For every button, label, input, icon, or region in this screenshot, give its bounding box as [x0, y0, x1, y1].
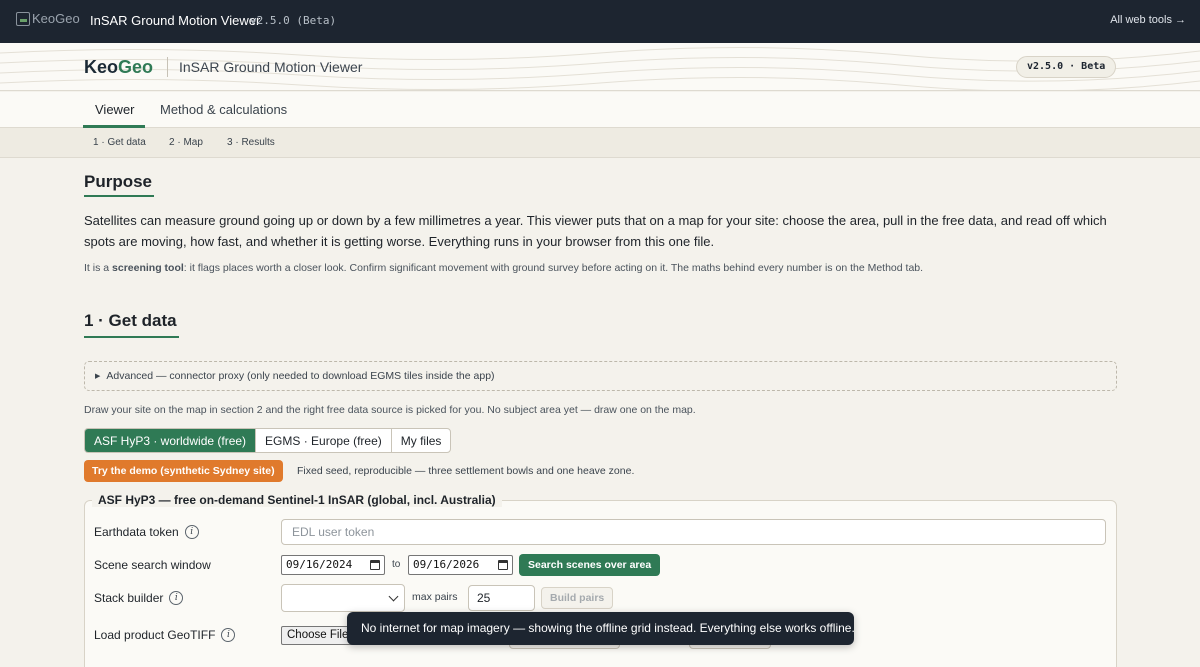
get-data-heading-underline — [84, 336, 179, 338]
step-nav: 1 · Get data 2 · Map 3 · Results — [0, 128, 1200, 158]
data-source-selector: ASF HyP3 · worldwide (free) EGMS · Europ… — [84, 428, 452, 453]
stack-builder-label: Stack builder i — [94, 591, 184, 605]
advanced-proxy-toggle[interactable]: ▶ Advanced — connector proxy (only needed… — [84, 361, 1117, 391]
chevron-down-icon — [388, 591, 399, 602]
demo-note: Fixed seed, reproducible — three settlem… — [297, 465, 635, 477]
source-asf-hyp3[interactable]: ASF HyP3 · worldwide (free) — [85, 429, 257, 452]
step-get-data[interactable]: 1 · Get data — [93, 137, 146, 148]
purpose-heading: Purpose — [84, 172, 153, 191]
note-bold: screening tool — [112, 262, 184, 274]
broken-image-icon — [16, 11, 30, 26]
brand-header: KeoGeo InSAR Ground Motion Viewer v2.5.0… — [0, 43, 1200, 91]
brand-wordmark: KeoGeo — [84, 57, 153, 78]
date-to-value: 09/16/2026 — [413, 558, 480, 571]
window-label-text: Scene search window — [94, 558, 211, 572]
offline-toast: No internet for map imagery — showing th… — [347, 612, 855, 645]
earthdata-token-label: Earthdata token i — [94, 525, 199, 539]
token-label-text: Earthdata token — [94, 525, 179, 539]
asf-hyp3-legend: ASF HyP3 — free on-demand Sentinel-1 InS… — [92, 493, 502, 507]
keogeo-logo[interactable]: KeoGeo — [16, 11, 80, 26]
build-pairs-button[interactable]: Build pairs — [541, 587, 614, 609]
step-results[interactable]: 3 · Results — [227, 137, 275, 148]
date-to-input[interactable]: 09/16/2026 — [408, 555, 513, 575]
advanced-label: Advanced — connector proxy (only needed … — [106, 370, 495, 382]
all-web-tools-link[interactable]: All web tools → — [1110, 14, 1186, 26]
stack-builder-select[interactable] — [281, 584, 405, 612]
version-badge: v2.5.0 · Beta — [1016, 56, 1117, 78]
top-app-bar: KeoGeo InSAR Ground Motion Viewer v2.5.0… — [0, 0, 1200, 43]
tab-viewer[interactable]: Viewer — [95, 102, 135, 117]
logo-alt-text: KeoGeo — [32, 11, 80, 26]
date-from-value: 09/16/2024 — [286, 558, 353, 571]
app-title: InSAR Ground Motion Viewer — [90, 13, 261, 28]
note-pre: It is a — [84, 262, 113, 274]
date-from-input[interactable]: 09/16/2024 — [281, 555, 385, 575]
main-tabs: Viewer Method & calculations — [0, 92, 1200, 128]
source-egms[interactable]: EGMS · Europe (free) — [256, 429, 392, 452]
purpose-heading-underline — [84, 195, 154, 197]
note-post: : it flags places worth a closer look. C… — [183, 262, 924, 274]
scene-window-label: Scene search window — [94, 558, 211, 572]
stack-label-text: Stack builder — [94, 591, 164, 605]
disclosure-triangle-icon: ▶ — [95, 373, 101, 380]
step-map[interactable]: 2 · Map — [169, 137, 203, 148]
app-version: v2.5.0 (Beta) — [250, 14, 337, 27]
search-scenes-button[interactable]: Search scenes over area — [519, 554, 661, 576]
calendar-icon[interactable] — [370, 560, 380, 570]
wordmark-geo: Geo — [118, 57, 154, 77]
date-range-separator: to — [392, 559, 401, 570]
wordmark-keo: Keo — [84, 57, 119, 77]
info-icon[interactable]: i — [169, 591, 184, 605]
max-pairs-label: max pairs — [412, 591, 458, 603]
info-icon[interactable]: i — [221, 628, 236, 642]
brand-divider — [167, 57, 168, 77]
earthdata-token-input[interactable]: EDL user token — [281, 519, 1106, 545]
max-pairs-input[interactable]: 25 — [468, 585, 535, 611]
load-geotiff-label: Load product GeoTIFF i — [94, 628, 236, 642]
info-icon[interactable]: i — [184, 525, 199, 539]
purpose-note: It is a screening tool: it flags places … — [84, 262, 923, 274]
calendar-icon[interactable] — [498, 560, 508, 570]
load-label-text: Load product GeoTIFF — [94, 628, 216, 642]
get-data-heading: 1 · Get data — [84, 311, 177, 330]
tab-method[interactable]: Method & calculations — [160, 102, 287, 117]
purpose-body: Satellites can measure ground going up o… — [84, 213, 1107, 249]
try-demo-button[interactable]: Try the demo (synthetic Sydney site) — [84, 460, 283, 482]
source-my-files[interactable]: My files — [392, 429, 451, 452]
get-data-instructions: Draw your site on the map in section 2 a… — [84, 404, 696, 416]
brand-subtitle: InSAR Ground Motion Viewer — [179, 59, 363, 75]
